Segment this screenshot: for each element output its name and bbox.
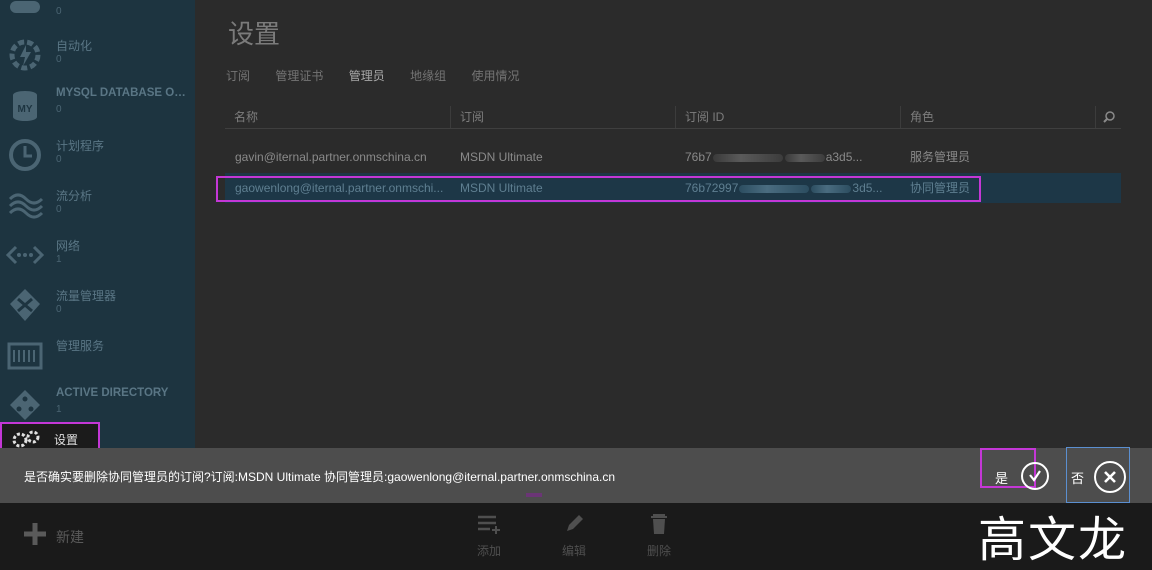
- page-title: 设置: [228, 20, 281, 50]
- scheduler-icon: [9, 139, 41, 171]
- network-icon: [6, 245, 44, 265]
- check-icon: [1029, 470, 1041, 482]
- row-subscription-id: 76b72997 3d5...: [685, 181, 883, 195]
- tab-administrators[interactable]: 管理员: [349, 67, 385, 84]
- pencil-icon: [567, 515, 583, 531]
- column-header-subscription-id[interactable]: 订阅 ID: [675, 106, 900, 128]
- row-subscription: MSDN Ultimate: [460, 150, 543, 164]
- close-icon: [1104, 471, 1116, 483]
- settings-gear-icon: [12, 430, 40, 448]
- main-content: 设置 订阅 管理证书 管理员 地缘组 使用情况 名称 订阅 订阅 ID 角色 g…: [195, 0, 1152, 448]
- tab-subscriptions[interactable]: 订阅: [226, 67, 250, 84]
- confirmation-message: 是否确实要删除协同管理员的订阅?订阅:MSDN Ultimate 协同管理员:g…: [24, 470, 616, 484]
- table-row-selected[interactable]: gaowenlong@iternal.partner.onmschi... MS…: [225, 173, 1121, 203]
- row-role: 服务管理员: [910, 150, 971, 164]
- sidebar-item-scheduler[interactable]: 计划程序 0: [0, 130, 195, 180]
- tab-usage[interactable]: 使用情况: [471, 67, 519, 84]
- trash-icon: [651, 514, 667, 534]
- automation-icon: [9, 39, 41, 71]
- sidebar-item-network[interactable]: 网络 1: [0, 230, 195, 280]
- column-header-role[interactable]: 角色: [900, 106, 1095, 128]
- table-search-button[interactable]: [1095, 106, 1122, 128]
- delete-button[interactable]: 删除: [639, 513, 679, 559]
- yes-button[interactable]: [1021, 462, 1049, 490]
- sidebar-item-settings-label: 设置: [54, 433, 79, 447]
- sidebar-item-traffic-manager[interactable]: 流量管理器 0: [0, 280, 195, 330]
- plus-icon: [24, 523, 46, 545]
- svg-text:MY: MY: [18, 104, 33, 115]
- tab-bar: 订阅 管理证书 管理员 地缘组 使用情况: [226, 67, 541, 84]
- yes-label[interactable]: 是: [995, 468, 1008, 487]
- row-subscription: MSDN Ultimate: [460, 181, 543, 195]
- column-header-subscription[interactable]: 订阅: [450, 106, 675, 128]
- no-label[interactable]: 否: [1071, 468, 1084, 487]
- sidebar-item-stream-analytics[interactable]: 流分析 0: [0, 180, 195, 230]
- no-button[interactable]: [1094, 461, 1126, 493]
- table-row[interactable]: gavin@iternal.partner.onmschina.cn MSDN …: [225, 142, 1121, 172]
- sidebar-item-management-services[interactable]: 管理服务: [0, 330, 195, 380]
- add-button[interactable]: 添加: [469, 513, 509, 559]
- row-subscription-id: 76b7 a3d5...: [685, 150, 863, 164]
- new-button-label: 新建: [56, 529, 84, 545]
- traffic-manager-icon: [10, 289, 40, 321]
- edit-button[interactable]: 编辑: [554, 513, 594, 559]
- column-header-name[interactable]: 名称: [225, 106, 450, 128]
- delete-button-label: 删除: [646, 544, 671, 558]
- new-button[interactable]: 新建: [22, 521, 84, 551]
- watermark: 高文龙: [978, 512, 1129, 568]
- search-icon: [1103, 111, 1115, 123]
- active-directory-icon: [10, 390, 40, 420]
- sidebar-item-mysql[interactable]: MY MYSQL DATABASE ON ... 0: [0, 80, 195, 130]
- table-header: 名称 订阅 订阅 ID 角色: [225, 106, 1121, 129]
- storage-icon: [10, 1, 40, 13]
- row-name: gavin@iternal.partner.onmschina.cn: [235, 150, 427, 164]
- tab-management-certificates[interactable]: 管理证书: [275, 67, 323, 84]
- add-list-icon: [478, 515, 500, 534]
- add-button-label: 添加: [476, 544, 501, 558]
- tab-affinity-groups[interactable]: 地缘组: [410, 67, 446, 84]
- row-name: gaowenlong@iternal.partner.onmschi...: [235, 181, 444, 195]
- sidebar: 0 自动化 0 MY MYSQL DATABASE ON ... 0 计划程序 …: [0, 0, 195, 448]
- management-services-icon: [7, 342, 43, 370]
- row-role: 协同管理员: [910, 181, 971, 195]
- sidebar-item-automation[interactable]: 自动化 0: [0, 30, 195, 80]
- sidebar-item-storage[interactable]: 0: [0, 0, 195, 30]
- mysql-icon: MY: [13, 91, 37, 121]
- edit-button-label: 编辑: [561, 544, 586, 558]
- stream-analytics-icon: [8, 193, 44, 219]
